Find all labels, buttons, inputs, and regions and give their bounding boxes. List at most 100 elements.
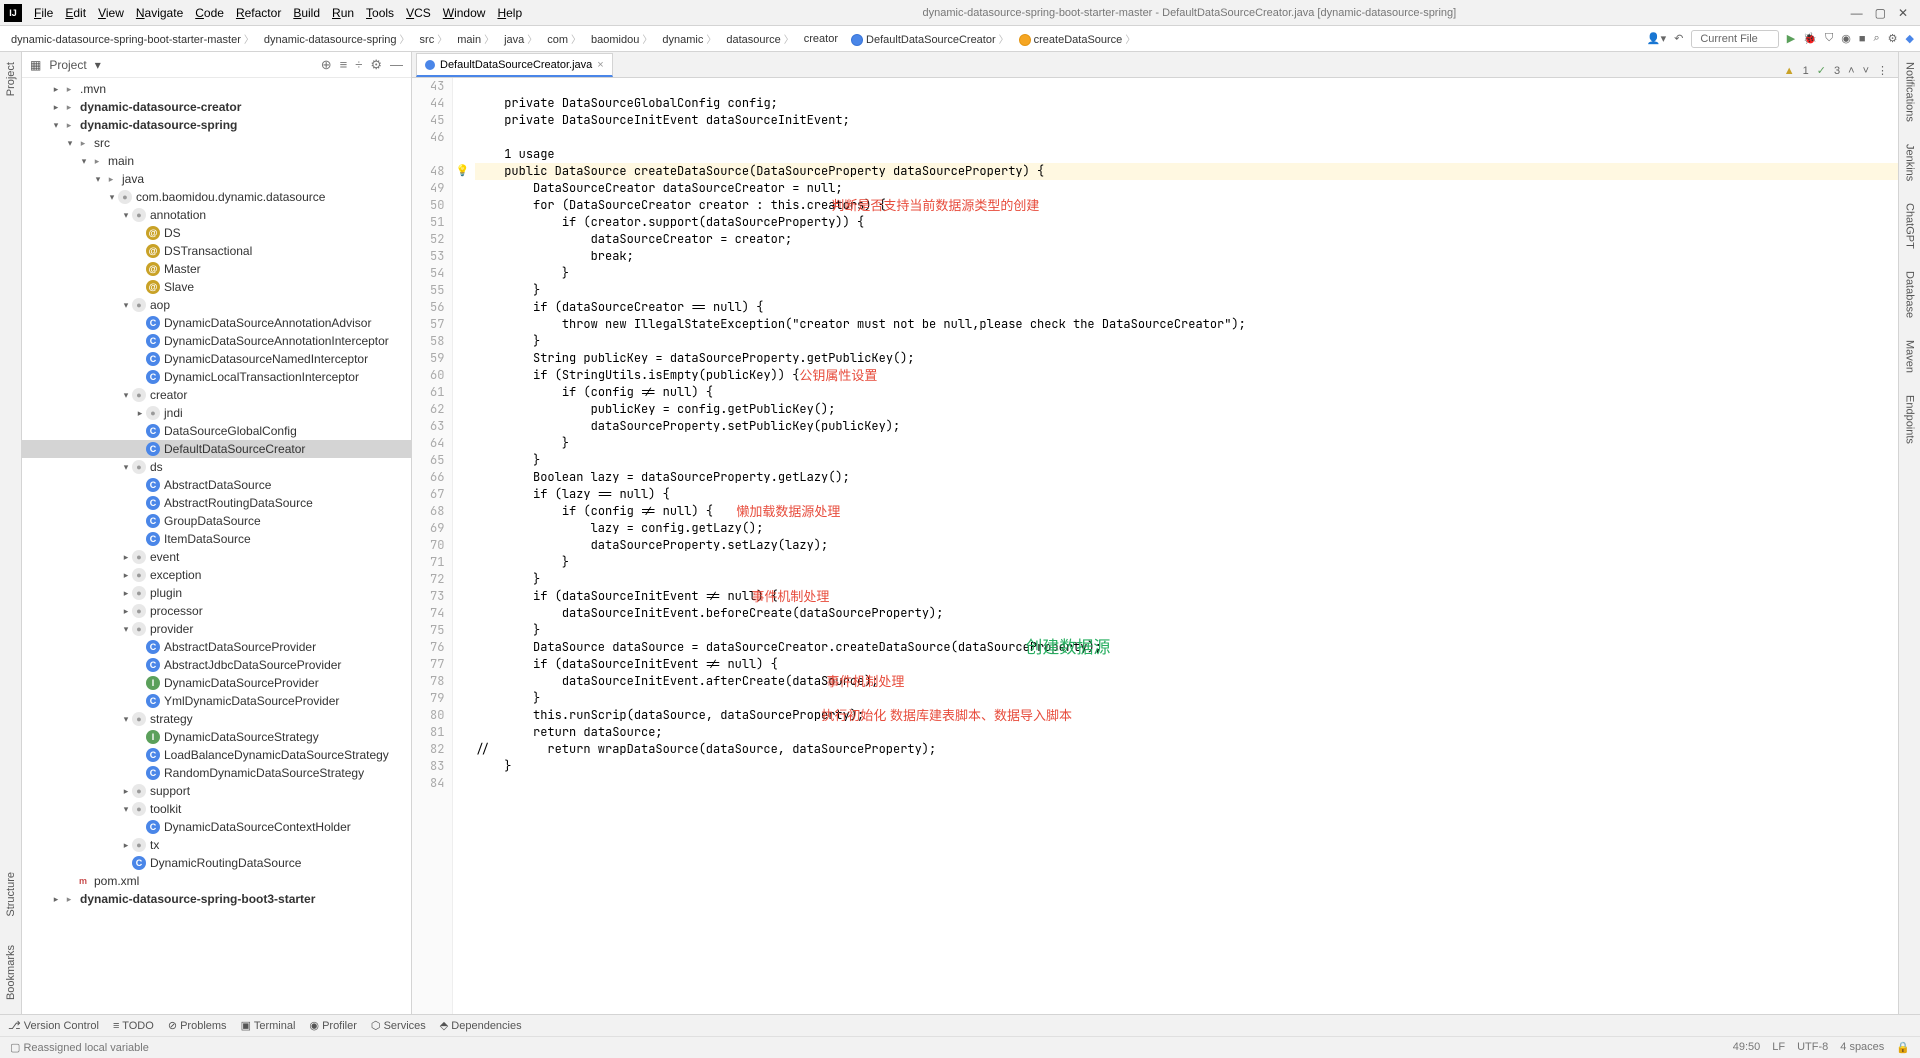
version-control-tab[interactable]: ⎇ Version Control [8,1019,99,1032]
code-content[interactable]: private DataSourceGlobalConfig config; p… [471,78,1898,1014]
chatgpt-tab[interactable]: ChatGPT [1902,199,1918,253]
menu-refactor[interactable]: Refactor [230,4,287,22]
tree-node[interactable]: ▾▸java [22,170,411,188]
services-tab[interactable]: ⬡ Services [371,1019,426,1032]
tree-node[interactable]: ▾▸dynamic-datasource-spring [22,116,411,134]
select-opened-icon[interactable]: ⊕ [321,57,332,73]
breadcrumb[interactable]: baomidou [586,29,657,48]
tree-node[interactable]: CRandomDynamicDataSourceStrategy [22,764,411,782]
tree-node[interactable]: ▸●tx [22,836,411,854]
status-square-icon[interactable]: ▢ [10,1041,20,1054]
debug-icon[interactable]: 🐞 [1803,32,1817,45]
tree-node[interactable]: ▾●aop [22,296,411,314]
more-icon[interactable]: ⋮ [1877,64,1888,77]
tree-node[interactable]: ▸●processor [22,602,411,620]
tree-node[interactable]: ▾●strategy [22,710,411,728]
menu-help[interactable]: Help [491,4,528,22]
tree-node[interactable]: ▾●creator [22,386,411,404]
user-icon[interactable]: 👤▾ [1647,32,1666,45]
tree-node[interactable]: CAbstractRoutingDataSource [22,494,411,512]
tree-node[interactable]: @Slave [22,278,411,296]
tree-node[interactable]: ▸●plugin [22,584,411,602]
tree-node[interactable]: ▾●provider [22,620,411,638]
tree-node[interactable]: CDynamicLocalTransactionInterceptor [22,368,411,386]
inspections-widget[interactable]: ▲1 ✓3 ˄ ˅ ⋮ [1774,64,1898,77]
tree-node[interactable]: ▸●exception [22,566,411,584]
lock-icon[interactable]: 🔒 [1896,1041,1910,1054]
tree-node[interactable]: ▸▸dynamic-datasource-creator [22,98,411,116]
tree-node[interactable]: mpom.xml [22,872,411,890]
breadcrumb-method[interactable]: createDataSource [1014,29,1141,48]
problems-tab[interactable]: ⊘ Problems [168,1019,227,1032]
tree-node[interactable]: IDynamicDataSourceStrategy [22,728,411,746]
project-tree[interactable]: ▸▸.mvn▸▸dynamic-datasource-creator▾▸dyna… [22,78,411,1014]
tree-node[interactable]: IDynamicDataSourceProvider [22,674,411,692]
tree-node[interactable]: CDataSourceGlobalConfig [22,422,411,440]
chevron-up-icon[interactable]: ˄ [1848,65,1854,77]
breadcrumb[interactable]: src [415,29,453,48]
tree-node[interactable]: @DSTransactional [22,242,411,260]
tree-node[interactable]: ▾▸main [22,152,411,170]
indent[interactable]: 4 spaces [1840,1041,1884,1054]
menu-vcs[interactable]: VCS [400,4,437,22]
tree-node[interactable]: ▸▸dynamic-datasource-spring-boot3-starte… [22,890,411,908]
tree-node[interactable]: ▸●jndi [22,404,411,422]
tree-node[interactable]: ▾●ds [22,458,411,476]
search-icon[interactable]: ⌕ [1873,32,1879,45]
tree-node[interactable]: ▸●event [22,548,411,566]
terminal-tab[interactable]: ▣ Terminal [241,1019,296,1032]
back-icon[interactable]: ↶ [1674,32,1683,45]
menu-window[interactable]: Window [437,4,492,22]
code-area[interactable]: 4344454648495051525354555657585960616263… [412,78,1898,1014]
project-dropdown-icon[interactable]: ▾ [95,58,101,72]
stop-icon[interactable]: ■ [1859,33,1866,45]
tree-node[interactable]: CDynamicDataSourceAnnotationInterceptor [22,332,411,350]
expand-all-icon[interactable]: ≡ [340,57,348,72]
collapse-all-icon[interactable]: ÷ [355,57,362,72]
menu-navigate[interactable]: Navigate [130,4,189,22]
menu-run[interactable]: Run [326,4,360,22]
menu-build[interactable]: Build [287,4,326,22]
assist-icon[interactable]: ◆ [1906,32,1914,45]
project-tab[interactable]: Project [3,58,19,100]
tab-close-icon[interactable]: × [597,59,603,71]
notifications-tab[interactable]: Notifications [1902,58,1918,126]
tree-node[interactable]: CLoadBalanceDynamicDataSourceStrategy [22,746,411,764]
settings-icon[interactable]: ⚙ [1888,32,1898,45]
tree-node[interactable]: ▾▸src [22,134,411,152]
tree-node[interactable]: CDynamicDataSourceAnnotationAdvisor [22,314,411,332]
menu-code[interactable]: Code [189,4,230,22]
tree-node[interactable]: CDynamicDataSourceContextHolder [22,818,411,836]
dependencies-tab[interactable]: ⬘ Dependencies [440,1019,522,1032]
endpoints-tab[interactable]: Endpoints [1902,391,1918,448]
line-separator[interactable]: LF [1772,1041,1785,1054]
breadcrumb[interactable]: com [542,29,586,48]
jenkins-tab[interactable]: Jenkins [1902,140,1918,185]
tree-node[interactable]: ▾●com.baomidou.dynamic.datasource [22,188,411,206]
profiler-tab[interactable]: ◉ Profiler [309,1019,357,1032]
tree-node[interactable]: CAbstractDataSourceProvider [22,638,411,656]
maximize-icon[interactable]: ▢ [1875,6,1886,20]
tree-node[interactable]: CGroupDataSource [22,512,411,530]
profile-icon[interactable]: ◉ [1841,32,1851,45]
run-icon[interactable]: ▶ [1787,32,1795,45]
breadcrumb[interactable]: dynamic [657,29,721,48]
close-icon[interactable]: ✕ [1898,6,1908,20]
minimize-icon[interactable]: — [1851,6,1863,20]
breadcrumb[interactable]: datasource [721,29,798,48]
tree-node[interactable]: CDefaultDataSourceCreator [22,440,411,458]
tree-node[interactable]: CItemDataSource [22,530,411,548]
breadcrumb[interactable]: creator [799,31,846,47]
database-tab[interactable]: Database [1902,267,1918,322]
breadcrumb[interactable]: java [499,29,542,48]
breadcrumb[interactable]: dynamic-datasource-spring-boot-starter-m… [6,29,259,48]
tree-node[interactable]: CDynamicRoutingDataSource [22,854,411,872]
encoding[interactable]: UTF-8 [1797,1041,1828,1054]
structure-tab[interactable]: Structure [3,868,19,921]
maven-tab[interactable]: Maven [1902,336,1918,377]
menu-view[interactable]: View [92,4,130,22]
tree-node[interactable]: ▾●toolkit [22,800,411,818]
tree-node[interactable]: CAbstractJdbcDataSourceProvider [22,656,411,674]
coverage-icon[interactable]: ⛉ [1825,32,1833,45]
todo-tab[interactable]: ≡ TODO [113,1020,154,1032]
